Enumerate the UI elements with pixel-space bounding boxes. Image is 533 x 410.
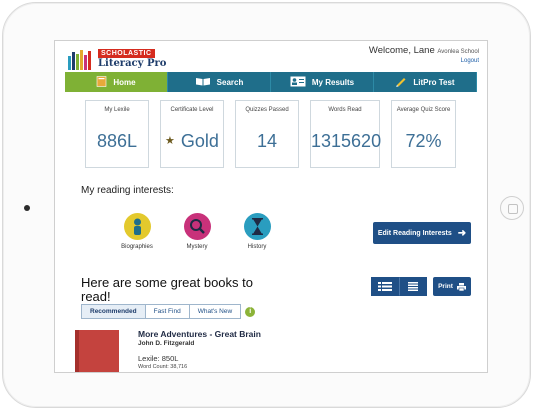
book-icon: [96, 75, 107, 89]
camera-dot: [24, 205, 30, 211]
interest-label: Biographies: [121, 244, 153, 250]
grid-view-button[interactable]: [371, 277, 399, 296]
stat-average-quiz-score: Average Quiz Score 72%: [391, 100, 456, 168]
school-name: Avonlea School: [437, 49, 479, 55]
book-title[interactable]: More Adventures - Great Brain: [138, 329, 261, 339]
stat-label: Quizzes Passed: [245, 107, 289, 113]
tab-recommended[interactable]: Recommended: [81, 304, 146, 319]
edit-reading-interests-button[interactable]: Edit Reading Interests ➜: [373, 222, 471, 244]
edit-button-label: Edit Reading Interests: [377, 229, 452, 237]
hourglass-icon: [243, 213, 271, 240]
stat-label: Certificate Level: [170, 107, 214, 113]
books-logo-icon: [68, 48, 94, 70]
nav-my-results[interactable]: My Results: [271, 72, 374, 92]
tab-whats-new[interactable]: What's New: [189, 304, 242, 319]
stat-label: My Lexile: [104, 107, 130, 113]
book-author: John D. Fitzgerald: [138, 340, 195, 347]
product-name: Literacy Pro: [98, 58, 167, 69]
book-word-count: Word Count: 38,716: [138, 364, 188, 370]
stat-label: Average Quiz Score: [396, 107, 451, 113]
interest-biographies[interactable]: Biographies: [112, 213, 162, 250]
book-lexile: Lexile: 850L: [138, 354, 179, 363]
book-list-tabs: Recommended Fast Find What's New i: [81, 304, 256, 319]
tablet-home-button[interactable]: [500, 196, 524, 220]
stat-value: 14: [256, 131, 278, 151]
nav-home[interactable]: Home: [65, 72, 168, 92]
info-icon[interactable]: i: [245, 306, 256, 317]
results-icon: [290, 76, 306, 89]
interest-history[interactable]: History: [232, 213, 282, 250]
nav-litpro-test[interactable]: LitPro Test: [374, 72, 477, 92]
stat-value: Gold: [180, 131, 219, 151]
stat-value: 72%: [405, 131, 442, 151]
main-nav: Home Search My Results LitPro Test: [65, 72, 477, 92]
welcome-text: Welcome, Lane: [368, 45, 435, 56]
app-logo[interactable]: SCHOLASTIC Literacy Pro: [68, 48, 168, 70]
stat-value-wrap: ★ Gold: [161, 131, 223, 152]
logout-link[interactable]: Logout: [461, 58, 479, 64]
interest-label: History: [247, 244, 267, 250]
header: SCHOLASTIC Literacy Pro Welcome, Lane Av…: [55, 41, 487, 71]
stat-value: 1315620: [311, 131, 382, 151]
app-screen: SCHOLASTIC Literacy Pro Welcome, Lane Av…: [54, 40, 488, 373]
nav-search[interactable]: Search: [168, 72, 271, 92]
interest-label: Mystery: [186, 244, 208, 250]
stat-quizzes-passed: Quizzes Passed 14: [235, 100, 299, 168]
magnifier-icon: [183, 213, 211, 240]
arrow-right-icon: ➜: [457, 227, 467, 239]
books-section-title: Here are some great books to read!: [81, 275, 253, 304]
person-icon: [123, 213, 151, 240]
printer-icon: [456, 282, 466, 291]
stat-value: 886L: [96, 131, 138, 151]
interest-mystery[interactable]: Mystery: [172, 213, 222, 250]
list-icon: [408, 282, 418, 291]
list-view-button[interactable]: [399, 277, 427, 296]
nav-label: Home: [113, 77, 136, 87]
nav-label: My Results: [311, 77, 355, 87]
pencil-icon: [395, 75, 407, 89]
tab-fast-find[interactable]: Fast Find: [145, 304, 190, 319]
stat-words-read: Words Read 1315620: [310, 100, 382, 168]
stat-label: Words Read: [328, 107, 362, 113]
nav-label: Search: [216, 77, 244, 87]
reading-interests-title: My reading interests:: [81, 185, 174, 196]
print-label: Print: [438, 283, 453, 290]
print-button[interactable]: Print: [433, 277, 471, 296]
list-detail-icon: [378, 282, 392, 291]
publisher-logo-text: SCHOLASTIC: [98, 49, 155, 58]
tablet-frame: SCHOLASTIC Literacy Pro Welcome, Lane Av…: [2, 2, 531, 408]
nav-label: LitPro Test: [413, 77, 455, 87]
star-icon: ★: [165, 135, 175, 147]
open-book-icon: [195, 76, 211, 88]
stat-my-lexile: My Lexile 886L: [85, 100, 149, 168]
book-cover[interactable]: [75, 330, 119, 372]
stat-certificate-level: Certificate Level ★ Gold: [160, 100, 224, 168]
welcome-message: Welcome, Lane Avonlea School: [369, 45, 479, 56]
